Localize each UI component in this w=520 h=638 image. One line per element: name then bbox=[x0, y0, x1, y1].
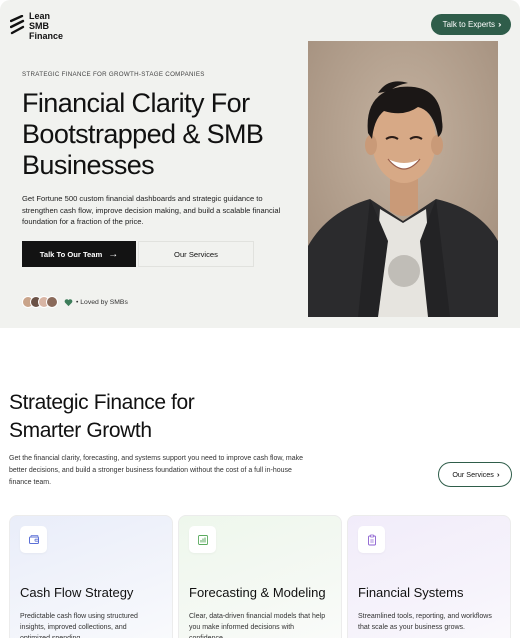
service-card-cash-flow[interactable]: Cash Flow Strategy Predictable cash flow… bbox=[9, 515, 173, 638]
bar-chart-icon bbox=[189, 526, 216, 553]
talk-to-our-team-label: Talk To Our Team bbox=[39, 249, 103, 259]
card-description: Predictable cash flow using structured i… bbox=[20, 613, 138, 638]
page-frame: Lean SMB Finance Talk to Experts ›› STRA… bbox=[0, 0, 520, 638]
card-title: Cash Flow Strategy bbox=[20, 585, 134, 600]
card-title: Forecasting & Modeling bbox=[189, 585, 326, 600]
card-description: Clear, data-driven financial models that… bbox=[189, 613, 326, 638]
card-title: Financial Systems bbox=[358, 585, 464, 600]
talk-to-our-team-button[interactable]: Talk To Our Team → bbox=[22, 241, 136, 267]
section-title: Strategic Finance for Smarter Growth bbox=[9, 391, 195, 442]
our-services-hero-label: Our Services bbox=[174, 249, 218, 259]
logo-line-1: Lean bbox=[29, 11, 51, 21]
service-card-systems[interactable]: Financial Systems Streamlined tools, rep… bbox=[347, 515, 511, 638]
double-chevron-right-icon: ›› bbox=[496, 470, 499, 479]
talk-to-experts-label: Talk to Experts bbox=[442, 20, 496, 29]
wallet-icon bbox=[20, 526, 47, 553]
service-card-forecasting[interactable]: Forecasting & Modeling Clear, data-drive… bbox=[178, 515, 342, 638]
section-description: Get the financial clarity, forecasting, … bbox=[9, 455, 304, 486]
avatar bbox=[46, 296, 58, 308]
hero-portrait-photo bbox=[308, 41, 498, 317]
our-services-label: Our Services bbox=[452, 470, 494, 479]
logo-line-2: SMB bbox=[29, 21, 49, 31]
card-description: Streamlined tools, reporting, and workfl… bbox=[358, 613, 492, 631]
heart-icon bbox=[64, 298, 73, 306]
social-proof-text: • Loved by SMBs bbox=[76, 298, 128, 306]
hero-description: Get Fortune 500 custom financial dashboa… bbox=[22, 194, 281, 227]
hero-eyebrow: STRATEGIC FINANCE FOR GROWTH-STAGE COMPA… bbox=[22, 71, 205, 78]
hero-title: Financial Clarity For Bootstrapped & SMB… bbox=[22, 88, 264, 180]
arrow-right-icon: → bbox=[108, 248, 119, 260]
social-proof: • Loved by SMBs bbox=[22, 296, 128, 308]
logo-line-3: Finance bbox=[29, 31, 64, 41]
clipboard-icon bbox=[358, 526, 385, 553]
hero-section: Lean SMB Finance Talk to Experts ›› STRA… bbox=[0, 0, 520, 328]
talk-to-experts-button[interactable]: Talk to Experts ›› bbox=[431, 14, 511, 35]
our-services-hero-button[interactable]: Our Services bbox=[138, 241, 254, 267]
double-chevron-right-icon: ›› bbox=[498, 20, 502, 29]
our-services-button[interactable]: Our Services ›› bbox=[438, 462, 512, 487]
logo-mark-icon bbox=[10, 15, 25, 35]
logo-text: Lean SMB Finance bbox=[29, 11, 63, 41]
brand-logo[interactable]: Lean SMB Finance bbox=[10, 11, 63, 41]
portrait-illustration bbox=[308, 41, 498, 317]
